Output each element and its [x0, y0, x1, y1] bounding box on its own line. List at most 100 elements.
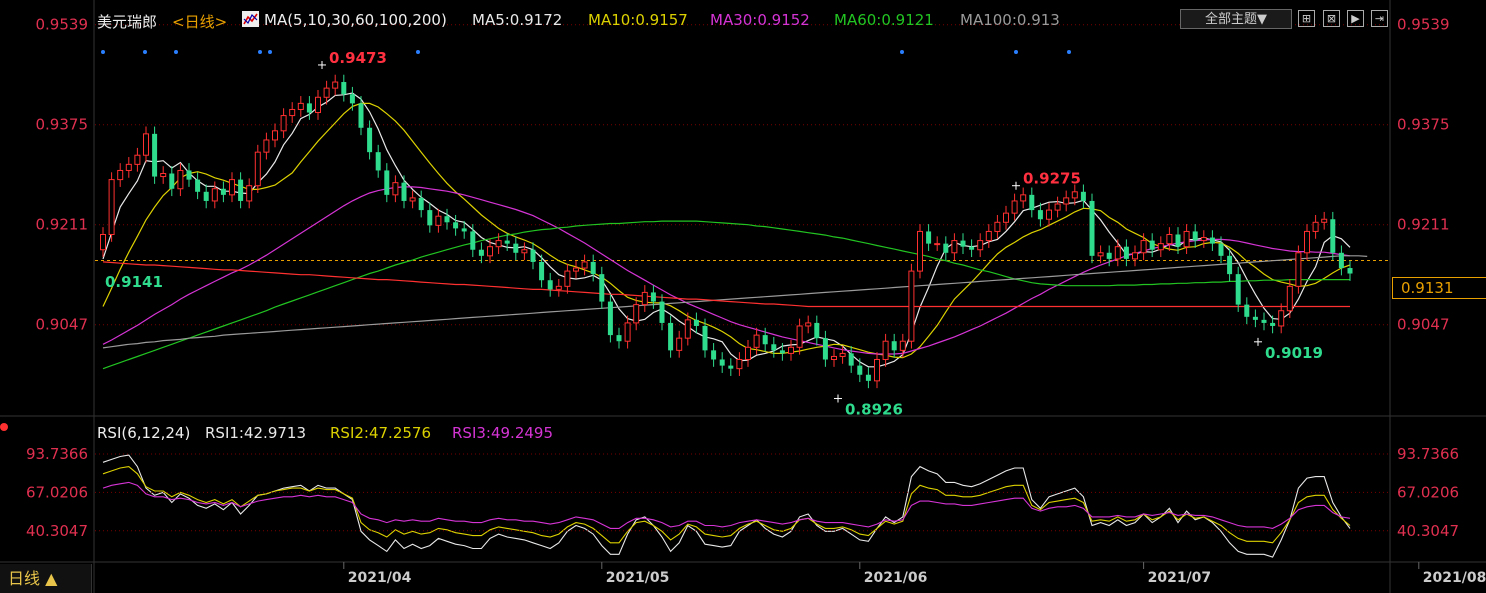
- ma5-value: MA5:0.9172: [472, 11, 563, 29]
- rsi-params-label[interactable]: RSI(6,12,24): [97, 424, 190, 442]
- candle-down: [539, 261, 545, 281]
- candle-up: [624, 322, 631, 342]
- event-marker: [268, 50, 272, 54]
- rsi-tick-label: 40.3047: [26, 522, 88, 540]
- date-tick-label: 2021/07: [1148, 570, 1212, 586]
- candle-up: [1020, 194, 1027, 202]
- rsi-axis-labels: 93.7366 93.7366 67.0206 67.0206 40.3047 40.30…: [26, 445, 1459, 540]
- symbol-title[interactable]: 美元瑞郎: [97, 11, 157, 32]
- candle-up: [633, 304, 640, 324]
- candle-up: [1278, 310, 1285, 327]
- price-tick-label-right: 0.9539: [1397, 16, 1450, 34]
- candle-down: [384, 170, 390, 195]
- candle-down: [530, 249, 536, 262]
- price-tick-label: 0.9211: [36, 216, 89, 234]
- candle-down: [865, 374, 871, 381]
- rsi1-value: RSI1:42.9713: [205, 424, 306, 442]
- candle-down: [1330, 219, 1336, 253]
- candle-down: [779, 350, 785, 354]
- panel-icon[interactable]: ▶: [1347, 10, 1364, 27]
- ma-line-ma30: [102, 186, 1351, 355]
- candle-down: [814, 322, 820, 339]
- price-tick-label-right: 0.9211: [1397, 216, 1450, 234]
- price-tick-label-right: 0.9047: [1397, 316, 1450, 334]
- rsi-marker-icon: [0, 423, 8, 431]
- candle-up: [684, 319, 691, 339]
- ma-params-label[interactable]: MA(5,10,30,60,100,200): [264, 11, 447, 29]
- rsi2-value: RSI2:47.2576: [330, 424, 431, 442]
- candle-down: [848, 353, 854, 366]
- candle-up: [1054, 203, 1061, 211]
- candle-up: [977, 240, 984, 251]
- grid-icon[interactable]: ⊠: [1323, 10, 1340, 27]
- candle-down: [1261, 319, 1267, 323]
- candle-down: [1192, 231, 1198, 241]
- candle-down: [1235, 274, 1241, 305]
- candle-up: [839, 352, 846, 357]
- candle-down: [650, 292, 656, 302]
- event-marker: [258, 50, 262, 54]
- candle-up: [882, 340, 889, 361]
- candle-up: [1183, 230, 1190, 248]
- chart-type-icon[interactable]: [242, 11, 259, 27]
- rsi-tick-label-right: 67.0206: [1397, 483, 1459, 501]
- candle-up: [951, 240, 958, 254]
- candle-up: [254, 151, 261, 187]
- candle-up: [1166, 233, 1173, 245]
- candle-down: [711, 350, 717, 360]
- grid-icon[interactable]: ⊞: [1298, 10, 1315, 27]
- candle-up: [263, 139, 270, 153]
- candle-up: [831, 355, 837, 361]
- candle-down: [349, 94, 355, 104]
- candle-up: [134, 154, 141, 165]
- candle-down: [478, 249, 484, 256]
- candle-down: [943, 243, 949, 253]
- expand-icon[interactable]: ⇥: [1371, 10, 1388, 27]
- candle-up: [985, 230, 992, 242]
- candle-down: [1252, 316, 1258, 320]
- candle-down: [1270, 322, 1276, 326]
- chart-canvas: 0.9473 0.9275 0.8926 0.9019 0.9141 0.9539 0.9…: [0, 0, 1486, 593]
- candle-up: [788, 346, 794, 354]
- candle-down: [1037, 210, 1043, 220]
- candle-down: [719, 359, 725, 366]
- candle-up: [1312, 221, 1319, 232]
- candle-down: [891, 341, 897, 351]
- candle-down: [1106, 252, 1112, 259]
- candle-down: [960, 240, 966, 247]
- rsi-line-rsi3: [102, 481, 1351, 529]
- candle-down: [599, 274, 605, 302]
- ma60-value: MA60:0.9121: [834, 11, 934, 29]
- candle-up: [100, 233, 106, 251]
- candle-up: [917, 230, 923, 272]
- timeframe-toggle[interactable]: 日线 ▲: [0, 564, 92, 593]
- ma100-value: MA100:0.913: [960, 11, 1060, 29]
- candle-up: [934, 243, 941, 246]
- candle-up: [108, 179, 115, 235]
- candle-up: [573, 267, 579, 272]
- period-selector[interactable]: <日线>: [172, 11, 227, 32]
- date-tick-label: 2021/06: [864, 570, 928, 586]
- candle-down: [1080, 191, 1086, 201]
- candle-down: [341, 82, 347, 95]
- candle-down: [1218, 243, 1224, 256]
- candle-down: [762, 335, 768, 345]
- price-tick-label-right: 0.9375: [1397, 116, 1450, 134]
- candle-down: [702, 325, 708, 351]
- candle-up: [332, 81, 339, 89]
- candle-up: [521, 249, 528, 254]
- candle-up: [1157, 243, 1164, 251]
- candle-down: [186, 170, 192, 180]
- candle-down: [453, 222, 459, 229]
- event-marker: [143, 50, 147, 54]
- rsi-tick-label: 93.7366: [26, 445, 88, 463]
- theme-dropdown-button[interactable]: 全部主题▼: [1180, 9, 1292, 29]
- candle-down: [152, 133, 158, 177]
- candle-up: [1063, 197, 1070, 205]
- event-marker: [174, 50, 178, 54]
- candle-down: [444, 216, 450, 223]
- event-marker: [101, 50, 105, 54]
- ma-line-ma5: [102, 92, 1351, 368]
- candle-up: [177, 169, 184, 190]
- candle-down: [195, 179, 201, 192]
